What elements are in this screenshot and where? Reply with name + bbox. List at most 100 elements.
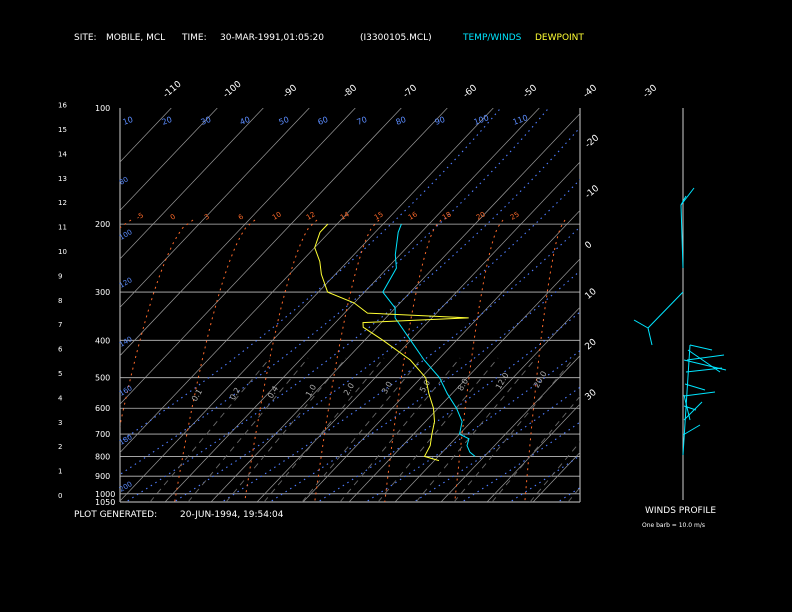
isotherm-label: -80: [342, 83, 360, 100]
pressure-tick-label: 200: [95, 220, 110, 229]
wind-barb: [689, 344, 713, 351]
moist-adiabat-line: [524, 219, 566, 502]
height-tick-label: 15: [58, 126, 67, 134]
dry-adiabat-line: [364, 349, 580, 502]
moist-adiabat-line: [454, 219, 504, 502]
dry-adiabat-line: [591, 94, 792, 542]
wind-barb: [686, 354, 725, 361]
mixing-ratio-label: 0.1: [190, 387, 204, 403]
isotherm-label: -20: [584, 133, 602, 150]
moist-adiabat-line: [174, 219, 256, 502]
moist-adiabat-label: 18: [441, 210, 453, 221]
winds-profile-title: WINDS PROFILE: [645, 506, 717, 516]
isotherm-line: [256, 161, 580, 502]
pressure-tick-label: 1050: [95, 498, 115, 507]
dry-adiabat-line: [508, 454, 580, 502]
isotherm-line: [210, 113, 580, 502]
pressure-tick-label: 500: [95, 374, 110, 383]
height-tick-label: 3: [58, 419, 62, 427]
dry-adiabat-label: 20: [161, 115, 174, 127]
pressure-tick-label: 600: [95, 404, 110, 413]
isotherm-line: [486, 403, 580, 502]
dry-adiabat-line: [687, 94, 792, 542]
isotherm-label: -60: [462, 83, 480, 100]
plot-generated-label: PLOT GENERATED:: [74, 510, 158, 520]
moist-adiabat-line: [244, 219, 318, 502]
dry-adiabat-label: 70: [356, 115, 369, 127]
height-tick-label: 12: [58, 199, 67, 207]
height-tick-label: 1: [58, 468, 62, 476]
mixing-ratio-line: [453, 357, 575, 502]
moist-adiabat-label: 25: [509, 210, 521, 221]
height-tick-label: 0: [58, 492, 62, 500]
isotherm-line: [120, 108, 402, 405]
mixing-ratio-line: [567, 486, 580, 502]
height-tick-label: 7: [58, 321, 62, 329]
height-tick-label: 4: [58, 394, 63, 402]
dry-adiabat-label: 30: [200, 115, 213, 127]
isotherm-line: [120, 108, 356, 357]
mixing-ratio-label: 12.0: [494, 371, 511, 391]
dry-adiabat-label: 80: [395, 115, 408, 127]
plot-generated-value: 20-JUN-1994, 19:54:04: [180, 510, 284, 520]
dry-adiabat-line: [556, 487, 580, 502]
isotherm-line: [394, 306, 580, 502]
height-tick-label: 16: [58, 102, 67, 110]
isotherm-label: 0: [584, 240, 595, 252]
pressure-tick-label: 100: [95, 104, 110, 113]
height-tick-label: 14: [58, 150, 67, 158]
wind-barb: [684, 383, 706, 391]
isotherm-line: [164, 108, 540, 502]
mixing-ratio-line: [187, 357, 309, 502]
mixing-ratio-label: 1.0: [304, 383, 318, 399]
moist-adiabat-label: 6: [237, 212, 245, 221]
moist-adiabat-line: [120, 219, 132, 229]
wind-barb: [687, 349, 721, 373]
wind-barb: [647, 291, 684, 329]
height-tick-label: 5: [58, 370, 62, 378]
isotherm-label: -10: [584, 184, 602, 201]
isotherm-label: -70: [402, 83, 420, 100]
wind-barb: [647, 327, 653, 346]
isotherm-label: -30: [642, 83, 660, 100]
dry-adiabat-line: [316, 311, 580, 502]
moist-adiabat-label: -5: [135, 211, 145, 221]
mixing-ratio-label: 5.0: [418, 378, 432, 394]
isotherm-label: -50: [522, 83, 540, 100]
dry-adiabat-label: 90: [434, 115, 447, 127]
isotherm-line: [440, 355, 580, 502]
dry-adiabat-label: 10: [122, 115, 135, 127]
dry-adiabat-line: [639, 94, 792, 542]
height-tick-label: 6: [58, 346, 63, 354]
height-tick-label: 9: [58, 272, 62, 280]
mixing-ratio-label: 8.0: [456, 377, 470, 393]
isotherm-line: [120, 108, 218, 211]
wind-barb: [633, 319, 649, 329]
isotherm-label: -40: [582, 83, 600, 100]
mixing-ratio-line: [377, 357, 499, 502]
dry-adiabat-label: 110: [512, 113, 529, 127]
mixing-ratio-line: [149, 357, 271, 502]
mixing-ratio-label: 2.0: [342, 381, 356, 397]
dry-adiabat-line: [268, 270, 580, 502]
height-tick-label: 8: [58, 297, 62, 305]
isotherm-line: [120, 108, 264, 260]
moist-adiabat-label: 20: [475, 210, 487, 221]
moist-adiabat-label: 12: [305, 210, 317, 221]
isotherm-label: 30: [584, 388, 599, 403]
height-tick-label: 10: [58, 248, 67, 256]
moist-adiabat-line: [384, 219, 442, 502]
dry-adiabat-line: [412, 386, 580, 502]
isotherm-line: [120, 108, 494, 502]
isotherm-line: [532, 452, 580, 502]
dry-adiabat-line: [120, 108, 502, 443]
dry-adiabat-line: [172, 178, 580, 502]
mixing-ratio-label: 0.2: [228, 386, 242, 402]
height-tick-label: 13: [58, 175, 67, 183]
mixing-ratio-line: [301, 357, 423, 502]
dry-adiabat-label: 100: [473, 113, 490, 127]
isotherm-label: -110: [162, 79, 184, 100]
pressure-tick-label: 700: [95, 430, 110, 439]
mixing-ratio-line: [225, 357, 347, 502]
dry-adiabat-label: 40: [239, 115, 252, 127]
